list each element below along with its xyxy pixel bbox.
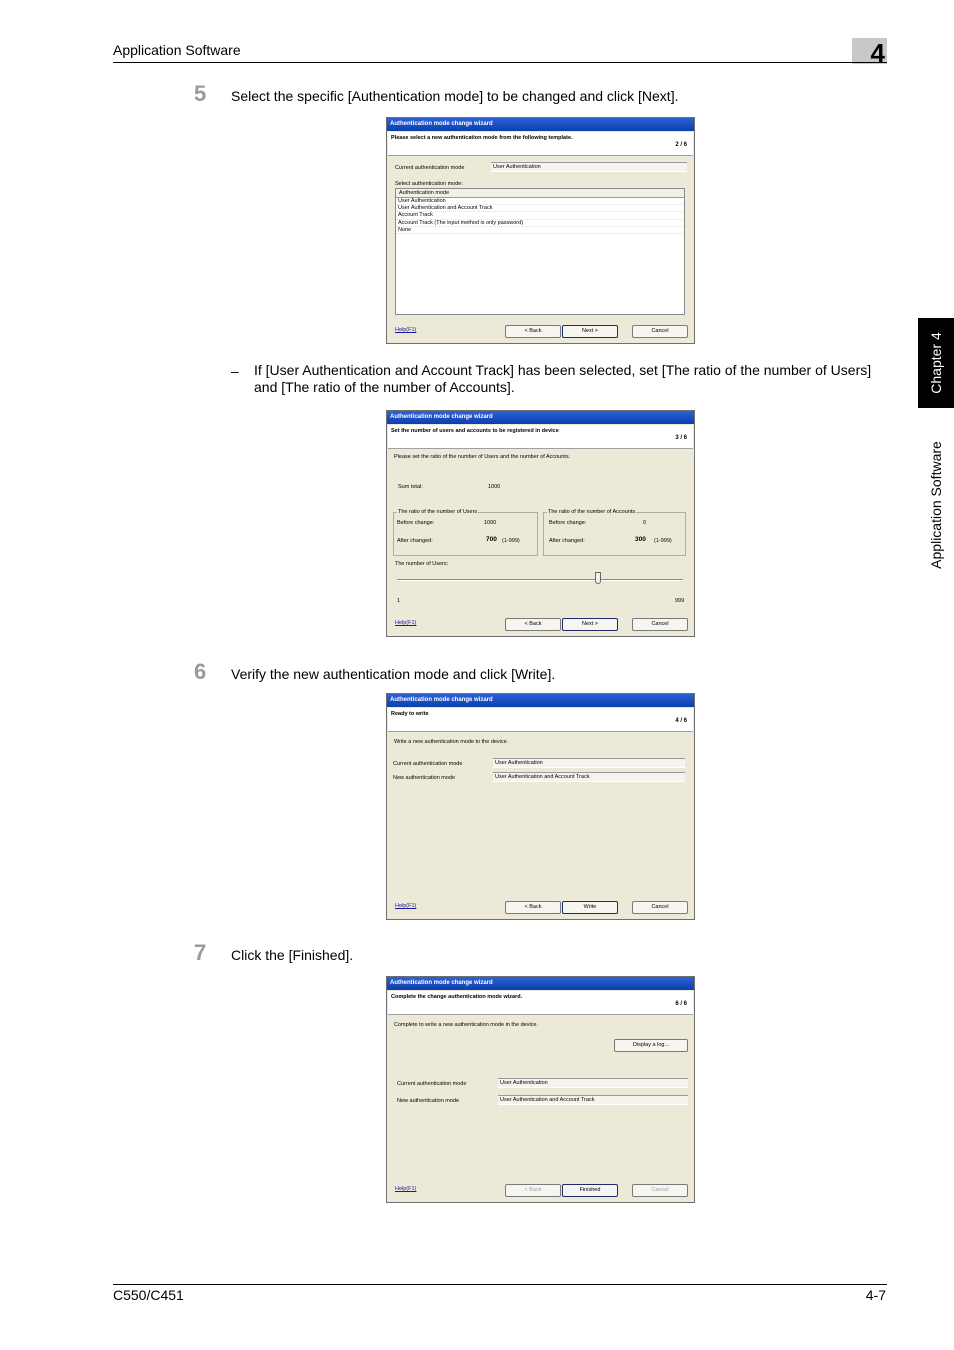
step-number-7: 7 — [194, 940, 207, 965]
next-button[interactable]: Next > — [562, 618, 618, 631]
chapter-side-tab: Chapter 4 — [918, 318, 954, 408]
list-item[interactable]: Account Track (The input method is only … — [396, 220, 684, 227]
cancel-button[interactable]: Cancel — [632, 1184, 688, 1197]
dialog-header: Complete the change authentication mode … — [388, 991, 693, 1015]
accounts-ratio-group: The ratio of the number of Accounts Befo… — [543, 509, 686, 556]
new-mode-field: User Authentication and Account Track — [493, 772, 685, 782]
help-link[interactable]: Help(F1) — [395, 1186, 416, 1192]
slider-min: 1 — [397, 598, 401, 604]
dialog-heading: Ready to write — [391, 711, 429, 717]
dialog-page-indicator: 3 / 6 — [675, 435, 687, 441]
section-side-label-text: Application Software — [928, 441, 944, 569]
users-before-label: Before change: — [397, 520, 435, 526]
dialog-heading: Set the number of users and accounts to … — [391, 428, 559, 434]
footer-page-number: 4-7 — [865, 1287, 886, 1303]
cancel-button[interactable]: Cancel — [632, 901, 688, 914]
chapter-number-badge: 4 — [852, 38, 887, 68]
display-log-button[interactable]: Display a log... — [614, 1039, 688, 1052]
new-mode-label: New authentication mode — [393, 775, 456, 781]
footer-model: C550/C451 — [113, 1287, 184, 1303]
bullet-mark: – — [231, 363, 239, 379]
step-text-5: Select the specific [Authentication mode… — [231, 88, 679, 104]
list-header[interactable]: Authentication mode — [396, 189, 684, 198]
dialog-title: Authentication mode change wizard — [387, 977, 694, 990]
dialog-title: Authentication mode change wizard — [387, 694, 694, 707]
write-button[interactable]: Write — [562, 901, 618, 914]
users-ratio-group: The ratio of the number of Users Before … — [393, 509, 538, 556]
users-slider-thumb[interactable] — [595, 572, 601, 584]
step-number-5: 5 — [194, 81, 207, 106]
dialog-title: Authentication mode change wizard — [387, 411, 694, 424]
list-item[interactable]: None — [396, 227, 684, 234]
current-mode-label: Current authentication mode — [397, 1081, 467, 1087]
back-button[interactable]: < Back — [505, 325, 561, 338]
dialog-page-indicator: 2 / 6 — [675, 142, 687, 148]
dialog-header: Ready to write 4 / 6 — [388, 708, 693, 732]
sum-total-value: 1000 — [488, 484, 501, 490]
current-mode-field: User Authentication — [491, 162, 687, 172]
accounts-after-label: After changed: — [549, 538, 585, 544]
sum-total-label: Sum total: — [398, 484, 423, 490]
next-button[interactable]: Next > — [562, 325, 618, 338]
dialog-page-indicator: 4 / 6 — [675, 718, 687, 724]
current-mode-field: User Authentication — [493, 758, 685, 768]
cancel-button[interactable]: Cancel — [632, 618, 688, 631]
page-header-title: Application Software — [113, 42, 241, 58]
current-mode-field: User Authentication — [498, 1078, 688, 1088]
ratio-intro-text: Please set the ratio of the number of Us… — [394, 454, 571, 460]
write-intro-text: Write a new authentication mode to the d… — [394, 739, 509, 745]
cancel-button[interactable]: Cancel — [632, 325, 688, 338]
wizard-dialog-step3: Authentication mode change wizard Set th… — [386, 410, 695, 637]
accounts-before-label: Before change: — [549, 520, 587, 526]
list-item[interactable]: User Authentication — [396, 198, 684, 206]
help-link[interactable]: Help(F1) — [395, 620, 416, 626]
current-mode-label: Current authentication mode — [395, 165, 465, 171]
dialog-title: Authentication mode change wizard — [387, 118, 694, 131]
accounts-range: (1-999) — [654, 538, 672, 544]
auth-mode-list[interactable]: Authentication mode User Authentication … — [395, 188, 685, 315]
new-mode-field: User Authentication and Account Track — [498, 1095, 688, 1105]
slider-max: 999 — [675, 598, 685, 604]
chapter-side-tab-label: Chapter 4 — [928, 332, 944, 394]
dialog-header: Set the number of users and accounts to … — [388, 425, 693, 449]
step-text-7: Click the [Finished]. — [231, 947, 354, 963]
wizard-dialog-step4: Authentication mode change wizard Ready … — [386, 693, 695, 920]
step-text-6: Verify the new authentication mode and c… — [231, 666, 556, 682]
dialog-heading: Complete the change authentication mode … — [391, 994, 523, 1000]
users-slider-track[interactable] — [397, 579, 683, 581]
section-side-label: Application Software — [918, 420, 954, 590]
back-button[interactable]: < Back — [505, 1184, 561, 1197]
users-after-input[interactable]: 700 — [486, 536, 497, 543]
list-item[interactable]: Account Track — [396, 212, 684, 220]
users-after-label: After changed: — [397, 538, 433, 544]
current-mode-label: Current authentication mode — [393, 761, 463, 767]
accounts-group-label: The ratio of the number of Accounts — [547, 509, 637, 515]
footer-rule — [113, 1284, 887, 1285]
dialog-heading: Please select a new authentication mode … — [391, 135, 573, 141]
complete-intro-text: Complete to write a new authentication m… — [394, 1022, 538, 1028]
help-link[interactable]: Help(F1) — [395, 903, 416, 909]
users-group-label: The ratio of the number of Users — [397, 509, 479, 515]
accounts-after-input[interactable]: 300 — [635, 536, 646, 543]
accounts-before-value: 0 — [643, 520, 647, 526]
list-item[interactable]: User Authentication and Account Track — [396, 205, 684, 213]
dialog-page-indicator: 6 / 6 — [675, 1001, 687, 1007]
back-button[interactable]: < Back — [505, 618, 561, 631]
wizard-dialog-step6: Authentication mode change wizard Comple… — [386, 976, 695, 1203]
new-mode-label: New authentication mode — [397, 1098, 460, 1104]
slider-label: The number of Users: — [395, 561, 449, 567]
help-link[interactable]: Help(F1) — [395, 327, 416, 333]
back-button[interactable]: < Back — [505, 901, 561, 914]
header-rule — [113, 62, 887, 63]
wizard-dialog-step2: Authentication mode change wizard Please… — [386, 117, 695, 344]
users-before-value: 1000 — [484, 520, 497, 526]
users-range: (1-999) — [502, 538, 520, 544]
step-number-6: 6 — [194, 659, 207, 684]
dialog-header: Please select a new authentication mode … — [388, 132, 693, 156]
bullet-text: If [User Authentication and Account Trac… — [254, 362, 872, 395]
finished-button[interactable]: Finished — [562, 1184, 618, 1197]
select-mode-label: Select authentication mode: — [395, 181, 463, 187]
